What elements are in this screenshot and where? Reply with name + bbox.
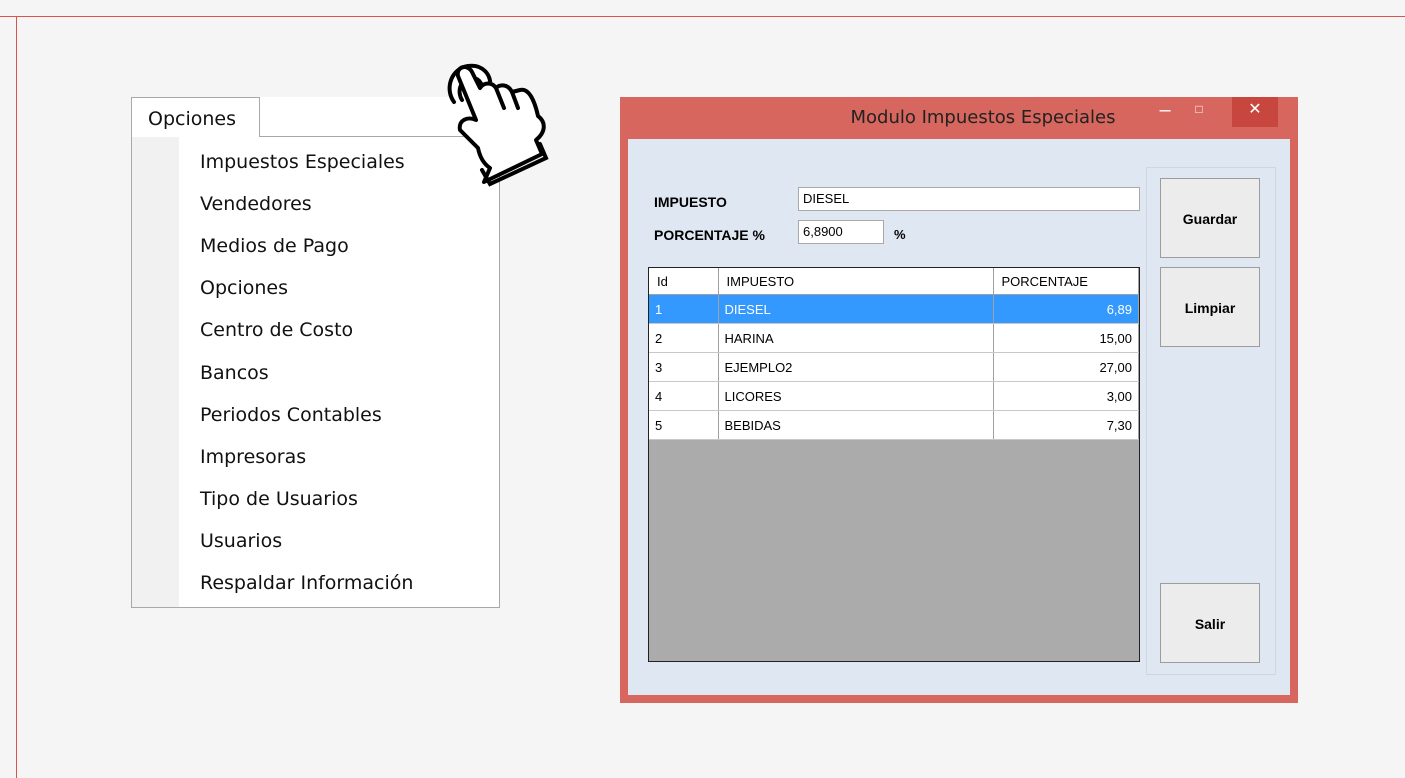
menu-item-vendedores[interactable]: Vendedores [200, 193, 312, 215]
menu-opciones[interactable]: Opciones [131, 97, 260, 137]
impuestos-window: Modulo Impuestos Especiales – □ ✕ IMPUES… [620, 97, 1298, 703]
menu-item-bancos[interactable]: Bancos [200, 362, 269, 384]
menu-opciones-label: Opciones [148, 108, 236, 130]
grid-cell-impuesto: HARINA [718, 323, 994, 353]
salir-button[interactable]: Salir [1160, 583, 1260, 663]
menu-item-centro-de-costo[interactable]: Centro de Costo [200, 319, 353, 341]
grid-cell-id: 1 [649, 294, 719, 324]
menu-item-usuarios[interactable]: Usuarios [200, 530, 282, 552]
grid-cell-impuesto: EJEMPLO2 [718, 352, 994, 382]
guardar-button[interactable]: Guardar [1160, 178, 1260, 258]
grid-header-row: Id IMPUESTO PORCENTAJE [649, 268, 1139, 295]
grid-cell-porcentaje: 6,89 [993, 294, 1139, 324]
limpiar-button[interactable]: Limpiar [1160, 267, 1260, 347]
menu-item-impresoras[interactable]: Impresoras [200, 446, 306, 468]
frame-line-left [16, 16, 17, 778]
grid-row[interactable]: 5 BEBIDAS 7,30 [649, 410, 1139, 440]
close-button[interactable]: ✕ [1232, 97, 1278, 127]
grid-cell-id: 4 [649, 381, 719, 411]
impuesto-input[interactable]: DIESEL [798, 187, 1140, 211]
grid-cell-impuesto: BEBIDAS [718, 410, 994, 440]
menu-gutter [132, 137, 179, 607]
menu-item-respaldar-informacion[interactable]: Respaldar Información [200, 572, 413, 594]
grid-cell-id: 3 [649, 352, 719, 382]
grid-cell-id: 2 [649, 323, 719, 353]
grid-row[interactable]: 2 HARINA 15,00 [649, 323, 1139, 353]
grid-header-impuesto[interactable]: IMPUESTO [718, 268, 994, 295]
grid-cell-porcentaje: 27,00 [993, 352, 1139, 382]
grid-header-id[interactable]: Id [649, 268, 719, 295]
grid-cell-id: 5 [649, 410, 719, 440]
hand-pointer-icon [447, 63, 549, 187]
grid-cell-impuesto: DIESEL [718, 294, 994, 324]
menu-dropdown: Impuestos Especiales Vendedores Medios d… [131, 136, 500, 608]
grid-row[interactable]: 4 LICORES 3,00 [649, 381, 1139, 411]
menu-item-opciones[interactable]: Opciones [200, 277, 288, 299]
menu-item-periodos-contables[interactable]: Periodos Contables [200, 404, 382, 426]
menu-item-medios-de-pago[interactable]: Medios de Pago [200, 235, 349, 257]
grid-cell-impuesto: LICORES [718, 381, 994, 411]
maximize-button[interactable]: □ [1184, 97, 1214, 127]
frame-line-top [0, 16, 1405, 17]
impuesto-label: IMPUESTO [654, 194, 727, 210]
menu-item-impuestos-especiales[interactable]: Impuestos Especiales [200, 151, 405, 173]
porcentaje-input[interactable]: 6,8900 [798, 220, 884, 244]
grid-cell-porcentaje: 3,00 [993, 381, 1139, 411]
grid-header-porcentaje[interactable]: PORCENTAJE [993, 268, 1139, 295]
menu-item-tipo-de-usuarios[interactable]: Tipo de Usuarios [200, 488, 358, 510]
grid-row[interactable]: 1 DIESEL 6,89 [649, 294, 1139, 324]
grid-cell-porcentaje: 15,00 [993, 323, 1139, 353]
minimize-button[interactable]: – [1150, 97, 1180, 127]
grid-row[interactable]: 3 EJEMPLO2 27,00 [649, 352, 1139, 382]
impuestos-grid[interactable]: Id IMPUESTO PORCENTAJE 1 DIESEL 6,89 2 H… [648, 267, 1140, 662]
window-client-area: IMPUESTO DIESEL PORCENTAJE % 6,8900 % Id… [628, 139, 1290, 695]
percent-suffix: % [894, 227, 906, 242]
grid-cell-porcentaje: 7,30 [993, 410, 1139, 440]
porcentaje-label: PORCENTAJE % [654, 227, 765, 243]
